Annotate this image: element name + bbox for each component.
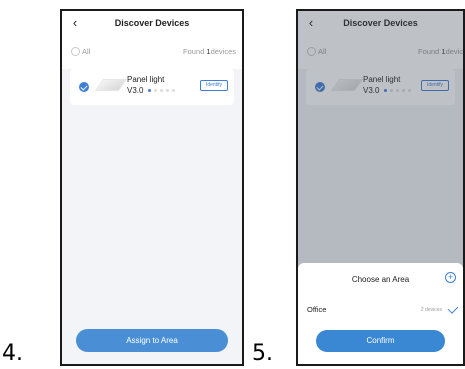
area-device-count: 2 devices — [420, 307, 442, 313]
sheet-title: Choose an Area — [351, 275, 410, 284]
identify-button[interactable]: Identify — [421, 80, 449, 91]
page-title: Discover Devices — [114, 18, 190, 28]
signal-dot — [402, 89, 405, 92]
device-card[interactable]: Panel light V3.0 Identify — [306, 69, 455, 105]
area-row-office[interactable]: Office 2 devices — [298, 299, 463, 321]
select-all-label: All — [82, 47, 91, 56]
found-prefix: Found — [183, 47, 205, 56]
signal-strength-indicator — [148, 89, 178, 93]
page-title: Discover Devices — [343, 18, 418, 28]
signal-dot — [384, 89, 387, 92]
device-version: V3.0 — [363, 86, 380, 95]
device-card[interactable]: Panel light V3.0 Identify — [70, 69, 234, 105]
panel-light-image — [330, 79, 364, 91]
checkmark-icon[interactable] — [79, 82, 89, 92]
area-name: Office — [307, 305, 327, 314]
select-all-radio[interactable] — [307, 47, 316, 56]
step-number-4: 4. — [2, 341, 23, 366]
found-suffix: devices — [210, 47, 236, 56]
device-name: Panel light — [127, 75, 165, 84]
select-all-label: All — [318, 47, 327, 56]
signal-dot — [160, 89, 163, 92]
found-prefix: Found — [418, 47, 440, 56]
signal-dot — [396, 89, 399, 92]
signal-dot — [390, 89, 393, 92]
found-devices-label: Found 1devices — [183, 47, 236, 56]
signal-dot — [172, 89, 175, 92]
found-devices-label: Found 1devices — [418, 47, 464, 56]
signal-strength-indicator — [384, 89, 414, 93]
phone-screen-discover: ‹ Discover Devices All Found 1devices Pa… — [60, 9, 244, 366]
signal-dot — [148, 89, 151, 92]
checkmark-icon — [447, 303, 459, 314]
choose-area-sheet: Choose an Area + Office 2 devices Confir… — [298, 263, 463, 364]
phone-screen-choose-area: ‹ Discover Devices All Found 1devices Pa… — [296, 9, 465, 366]
signal-dot — [408, 89, 411, 92]
panel-light-image — [94, 79, 128, 91]
select-all-row: All Found 1devices — [298, 39, 463, 69]
plus-circle-icon[interactable]: + — [445, 272, 456, 283]
confirm-button[interactable]: Confirm — [316, 330, 445, 352]
select-all-radio[interactable] — [71, 47, 80, 56]
checkmark-icon[interactable] — [315, 82, 325, 92]
header: ‹ Discover Devices — [298, 11, 463, 39]
found-suffix: devices — [445, 47, 464, 56]
device-name: Panel light — [363, 75, 401, 84]
select-all-row: All Found 1devices — [62, 39, 242, 69]
device-version: V3.0 — [127, 86, 144, 95]
header: ‹ Discover Devices — [62, 11, 242, 39]
signal-dot — [166, 89, 169, 92]
assign-to-area-button[interactable]: Assign to Area — [76, 329, 228, 352]
step-number-5: 5. — [252, 341, 273, 366]
identify-button[interactable]: Identify — [200, 80, 228, 91]
signal-dot — [154, 89, 157, 92]
